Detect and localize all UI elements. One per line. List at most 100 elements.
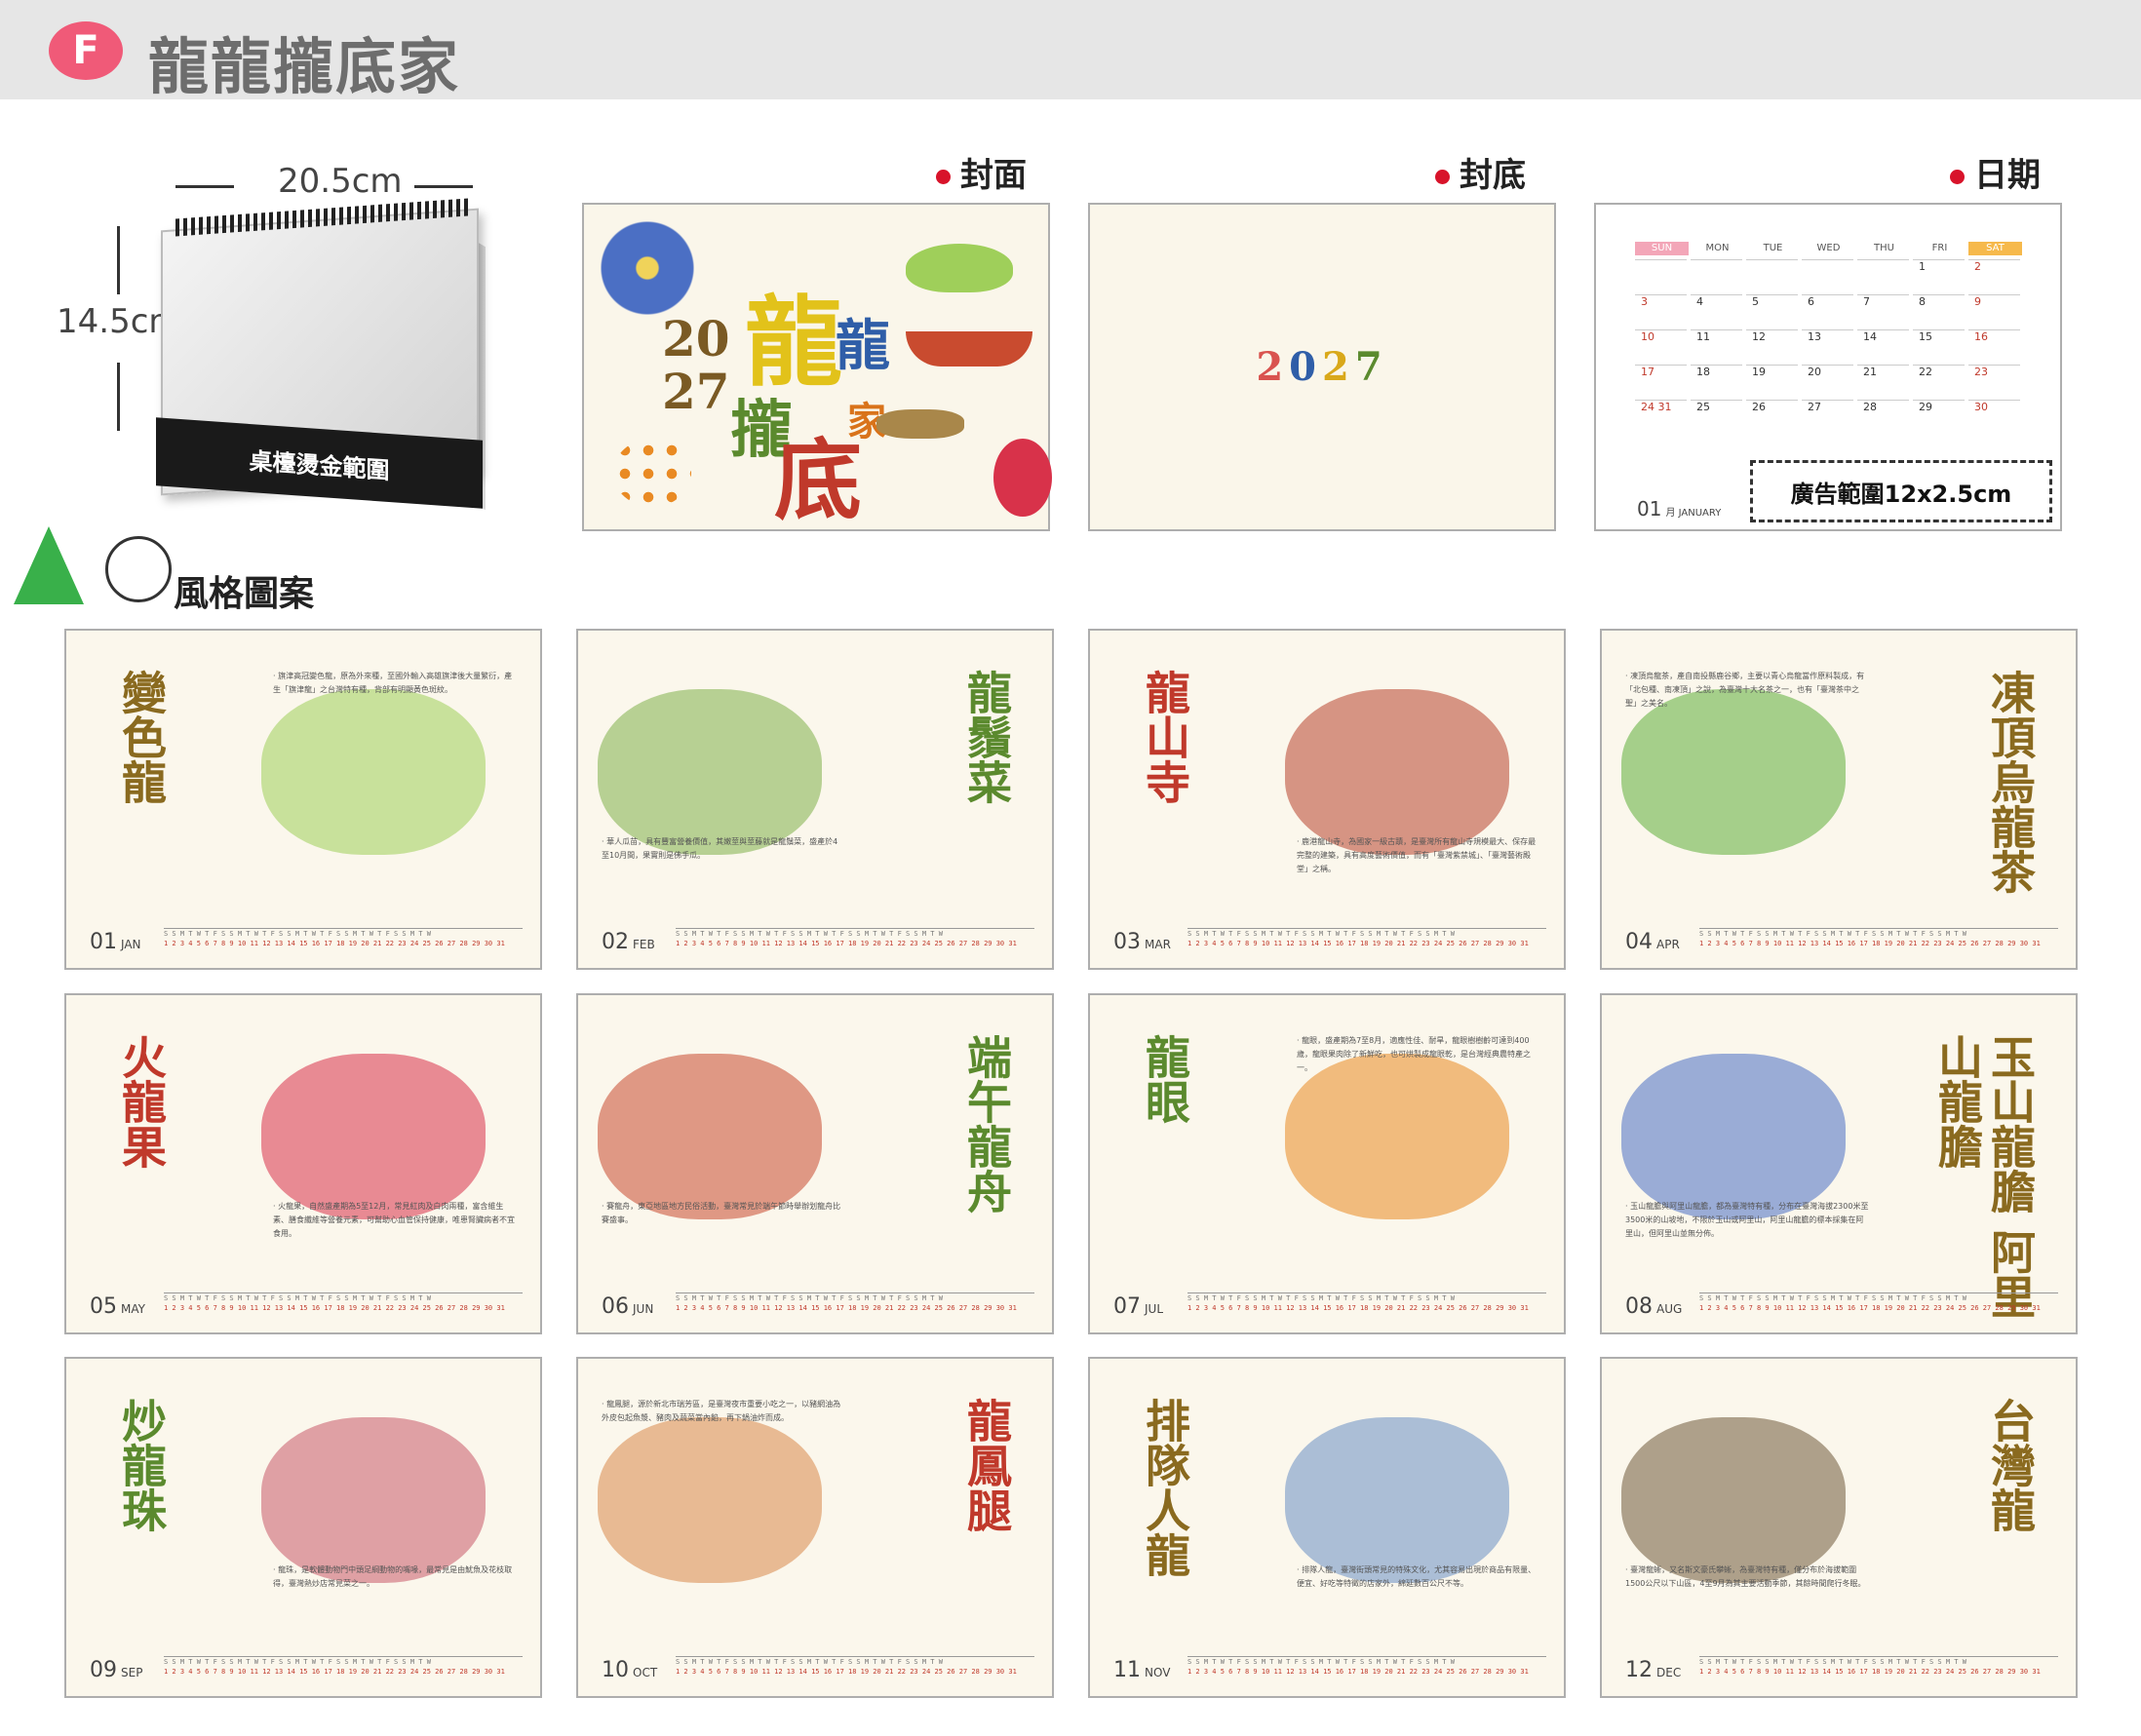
day-strip: S S M T W T F S S M T W T F S S M T W T …	[676, 1656, 1034, 1678]
date-cell: 25	[1691, 400, 1742, 431]
cover-year-bottom: 27	[662, 363, 730, 420]
date-cell	[1635, 259, 1687, 290]
label-back: 封底	[1435, 148, 1526, 196]
date-cell: 10	[1635, 329, 1687, 361]
weekday-header: WED	[1816, 243, 1841, 253]
label-cover: 封面	[936, 148, 1027, 196]
illustration-icon	[261, 1417, 486, 1583]
illustration-icon	[1285, 1054, 1509, 1219]
date-cell: 15	[1913, 329, 1965, 361]
weekday-header: FRI	[1931, 243, 1948, 253]
month-card-nov: 排隊人龍 ‧ 排隊人龍，臺灣街頭常見的特殊文化，尤其容易出現於商品有限量、便宜、好…	[1088, 1357, 1566, 1698]
month-label: 01 JAN	[90, 930, 141, 954]
ad-area-box: 廣告範圍12x2.5cm	[1750, 460, 2052, 522]
red-dot-icon	[1435, 170, 1450, 184]
month-title: 龍眼	[1139, 1034, 1191, 1124]
cover-char-2: 龍	[836, 314, 890, 378]
illustration-icon	[1285, 1417, 1509, 1583]
day-strip: S S M T W T F S S M T W T F S S M T W T …	[1699, 928, 2058, 950]
label-date: 日期	[1950, 148, 2041, 196]
date-cell: 21	[1857, 365, 1909, 396]
blue-flower-icon	[594, 214, 701, 322]
month-card-dec: 台灣龍 ‧ 臺灣龍蜥，又名斯文豪氏攀蜥，為臺灣特有種，僅分布於海拔範圍1500公尺…	[1600, 1357, 2078, 1698]
date-cell: 7	[1857, 294, 1909, 326]
illustration-icon	[261, 1054, 486, 1219]
illustration-icon	[1621, 689, 1846, 855]
girl-face-icon	[105, 536, 172, 602]
date-cell: 20	[1802, 365, 1853, 396]
date-cell	[1802, 259, 1853, 290]
day-strip: S S M T W T F S S M T W T F S S M T W T …	[1187, 1656, 1546, 1678]
month-note: ‧ 凍頂烏龍茶，產自南投縣鹿谷鄉，主要以青心烏龍當作原料製成，有「北包種、南凍頂…	[1625, 672, 1865, 708]
date-cell: 16	[1968, 329, 2020, 361]
month-label: 02 FEB	[602, 930, 655, 954]
day-strip: S S M T W T F S S M T W T F S S M T W T …	[164, 928, 523, 950]
weekday-header: SUN	[1635, 242, 1689, 255]
illustration-icon	[1285, 689, 1509, 855]
month-label: 12 DEC	[1625, 1658, 1682, 1682]
date-grid: SUN MON TUE WED THU FRI SAT 1 2 3 4 5 6 7 8 9 10 11 12 13 14…	[1635, 242, 2025, 495]
date-cell: 14	[1857, 329, 1909, 361]
month-card-sep: 炒龍珠 ‧ 龍珠，是軟體動物門中頭足綱動物的嘴喙，最常見是由魷魚及花枝取得，臺灣熱…	[64, 1357, 542, 1698]
month-card-jan: 變色龍 ‧ 旗津高冠變色龍，原為外來種，至國外輸入高雄旗津後大量繁衍，產生「旗津龍…	[64, 629, 542, 970]
month-title: 端午龍舟	[960, 1034, 1013, 1214]
height-dim-line-bottom	[117, 363, 120, 431]
date-cell: 28	[1857, 400, 1909, 431]
date-cell: 22	[1913, 365, 1965, 396]
date-cell	[1857, 259, 1909, 290]
date-cell: 12	[1746, 329, 1798, 361]
month-card-may: 火龍果 ‧ 火龍果，自然盛產期為5至12月，常見紅肉及白肉兩種，富含維生素、膳食纖…	[64, 993, 542, 1334]
month-note: ‧ 華人瓜苗，具有豐富營養價值，其嫩莖與莖藤就是龍鬚菜，盛產於4至10月間，果實…	[602, 837, 838, 860]
red-dot-icon	[936, 170, 951, 184]
month-note: ‧ 玉山龍膽與阿里山龍膽，都為臺灣特有種，分布在臺灣海拔2300米至3500米的…	[1625, 1202, 1869, 1238]
illustration-icon	[598, 1417, 822, 1583]
date-cell	[1691, 259, 1742, 290]
cover-year-top: 20	[662, 310, 730, 367]
lizard-icon	[876, 409, 964, 439]
month-label: 03 MAR	[1113, 930, 1171, 954]
style-label: 風格圖案	[174, 574, 315, 614]
month-card-aug: 玉山龍膽 阿里山龍膽 ‧ 玉山龍膽與阿里山龍膽，都為臺灣特有種，分布在臺灣海拔23…	[1600, 993, 2078, 1334]
month-note: ‧ 火龍果，自然盛產期為5至12月，常見紅肉及白肉兩種，富含維生素、膳食纖維等營…	[273, 1202, 515, 1238]
red-dot-icon	[1950, 170, 1965, 184]
illustration-icon	[261, 689, 486, 855]
illustration-icon	[1621, 1054, 1846, 1219]
month-card-jul: 龍眼 ‧ 龍眼，盛產期為7至8月，適應性佳、耐旱，龍眼樹樹齡可達到400歲，龍眼果…	[1088, 993, 1566, 1334]
weekday-header: SAT	[1968, 242, 2022, 255]
date-cell: 19	[1746, 365, 1798, 396]
month-label: 11 NOV	[1113, 1658, 1171, 1682]
date-cell: 17	[1635, 365, 1687, 396]
day-strip: S S M T W T F S S M T W T F S S M T W T …	[676, 1292, 1034, 1315]
month-note: ‧ 排隊人龍，臺灣街頭常見的特殊文化，尤其容易出現於商品有限量、便宜、好吃等特徵…	[1297, 1565, 1537, 1588]
chameleon-icon	[906, 244, 1013, 292]
date-panel: SUN MON TUE WED THU FRI SAT 1 2 3 4 5 6 7 8 9 10 11 12 13 14…	[1594, 203, 2062, 531]
illustration-icon	[598, 1054, 822, 1219]
day-strip: S S M T W T F S S M T W T F S S M T W T …	[1699, 1292, 2058, 1315]
dragonfruit-icon	[993, 439, 1052, 517]
cover-panel: 20 27 龍 龍 家 攏 底	[582, 203, 1052, 532]
date-cell	[1746, 259, 1798, 290]
date-cell: 2	[1968, 259, 2020, 290]
month-label: 05 MAY	[90, 1294, 145, 1319]
day-strip: S S M T W T F S S M T W T F S S M T W T …	[676, 928, 1034, 950]
month-label: 04 APR	[1625, 930, 1680, 954]
month-title: 台灣龍	[1984, 1398, 2037, 1532]
month-label: 10 OCT	[602, 1658, 658, 1682]
date-cell: 23	[1968, 365, 2020, 396]
date-cell: 8	[1913, 294, 1965, 326]
month-note: ‧ 龍珠，是軟體動物門中頭足綱動物的嘴喙，最常見是由魷魚及花枝取得，臺灣熱炒店常…	[273, 1565, 513, 1588]
date-cell: 5	[1746, 294, 1798, 326]
page-title: 龍龍攏底家	[148, 31, 461, 102]
date-cell: 30	[1968, 400, 2020, 431]
day-strip: S S M T W T F S S M T W T F S S M T W T …	[1699, 1656, 2058, 1678]
month-title: 龍山寺	[1139, 670, 1191, 804]
section-badge: F	[49, 21, 123, 80]
tree-icon	[14, 526, 84, 604]
month-label: 09 SEP	[90, 1658, 143, 1682]
month-note: ‧ 龍眼，盛產期為7至8月，適應性佳、耐旱，龍眼樹樹齡可達到400歲，龍眼果肉除…	[1297, 1036, 1531, 1072]
illustration-icon	[1621, 1417, 1846, 1583]
back-year: 2027	[1256, 344, 1388, 390]
date-cell: 18	[1691, 365, 1742, 396]
month-title: 龍鳳腿	[960, 1398, 1013, 1532]
month-label: 07 JUL	[1113, 1294, 1164, 1319]
